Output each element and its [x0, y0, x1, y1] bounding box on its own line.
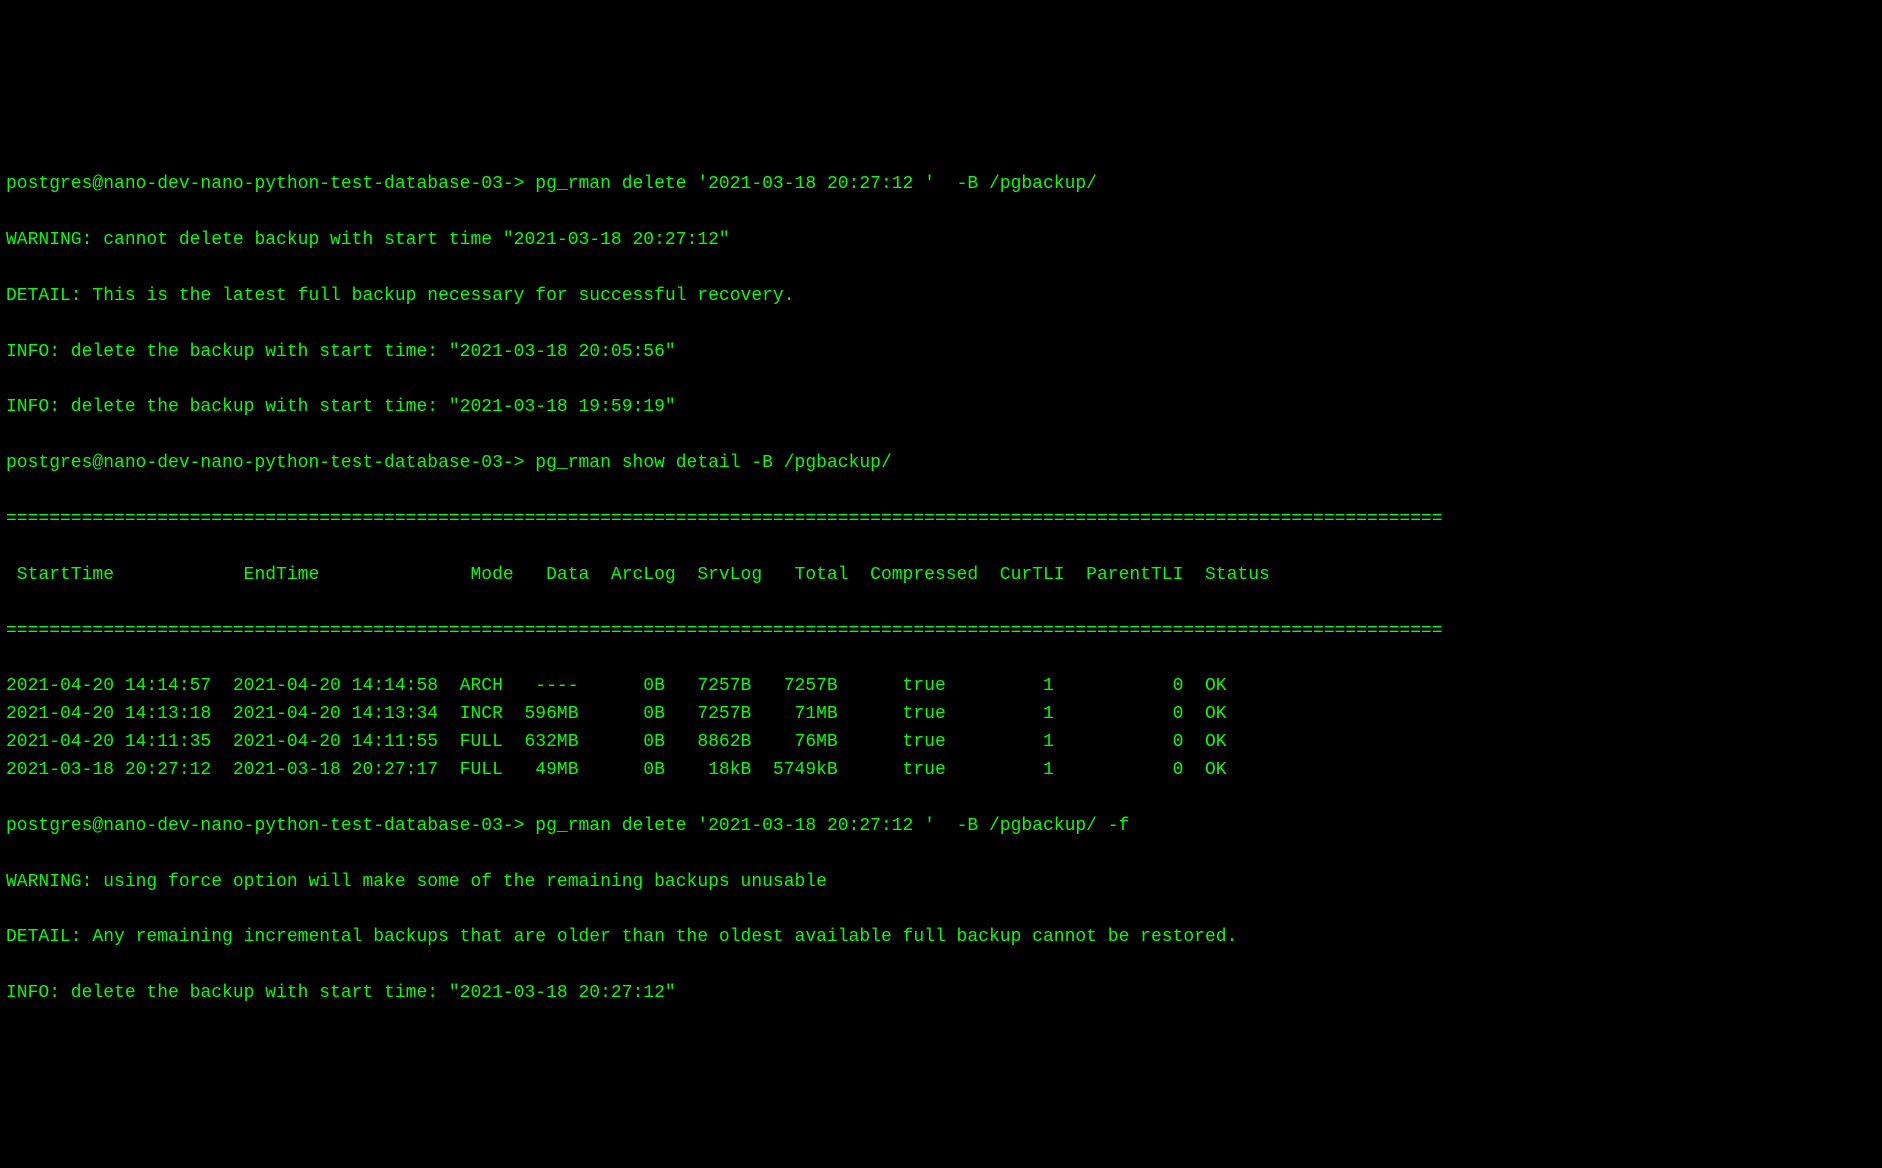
table-rule: ========================================… — [6, 618, 1876, 646]
output-info: INFO: delete the backup with start time:… — [6, 980, 1876, 1008]
command-text: pg_rman show detail -B /pgbackup/ — [535, 453, 891, 473]
output-info: INFO: delete the backup with start time:… — [6, 339, 1876, 367]
shell-prompt: postgres@nano-dev-nano-python-test-datab… — [6, 453, 524, 473]
output-detail: DETAIL: This is the latest full backup n… — [6, 283, 1876, 311]
terminal-output: postgres@nano-dev-nano-python-test-datab… — [0, 139, 1882, 1040]
table-rule: ========================================… — [6, 506, 1876, 534]
table-row: 2021-04-20 14:13:18 2021-04-20 14:13:34 … — [6, 701, 1876, 729]
table-header-row: StartTime EndTime Mode Data ArcLog SrvLo… — [6, 562, 1876, 590]
prompt-line-3[interactable]: postgres@nano-dev-nano-python-test-datab… — [6, 813, 1876, 841]
output-detail: DETAIL: Any remaining incremental backup… — [6, 924, 1876, 952]
table-row: 2021-04-20 14:11:35 2021-04-20 14:11:55 … — [6, 729, 1876, 757]
command-text: pg_rman delete '2021-03-18 20:27:12 ' -B… — [535, 174, 1097, 194]
shell-prompt: postgres@nano-dev-nano-python-test-datab… — [6, 816, 524, 836]
shell-prompt: postgres@nano-dev-nano-python-test-datab… — [6, 174, 524, 194]
table-row: 2021-03-18 20:27:12 2021-03-18 20:27:17 … — [6, 757, 1876, 785]
prompt-line-1[interactable]: postgres@nano-dev-nano-python-test-datab… — [6, 171, 1876, 199]
command-text: pg_rman delete '2021-03-18 20:27:12 ' -B… — [535, 816, 1129, 836]
output-warning: WARNING: using force option will make so… — [6, 869, 1876, 897]
output-info: INFO: delete the backup with start time:… — [6, 394, 1876, 422]
table-row: 2021-04-20 14:14:57 2021-04-20 14:14:58 … — [6, 673, 1876, 701]
output-warning: WARNING: cannot delete backup with start… — [6, 227, 1876, 255]
prompt-line-2[interactable]: postgres@nano-dev-nano-python-test-datab… — [6, 450, 1876, 478]
